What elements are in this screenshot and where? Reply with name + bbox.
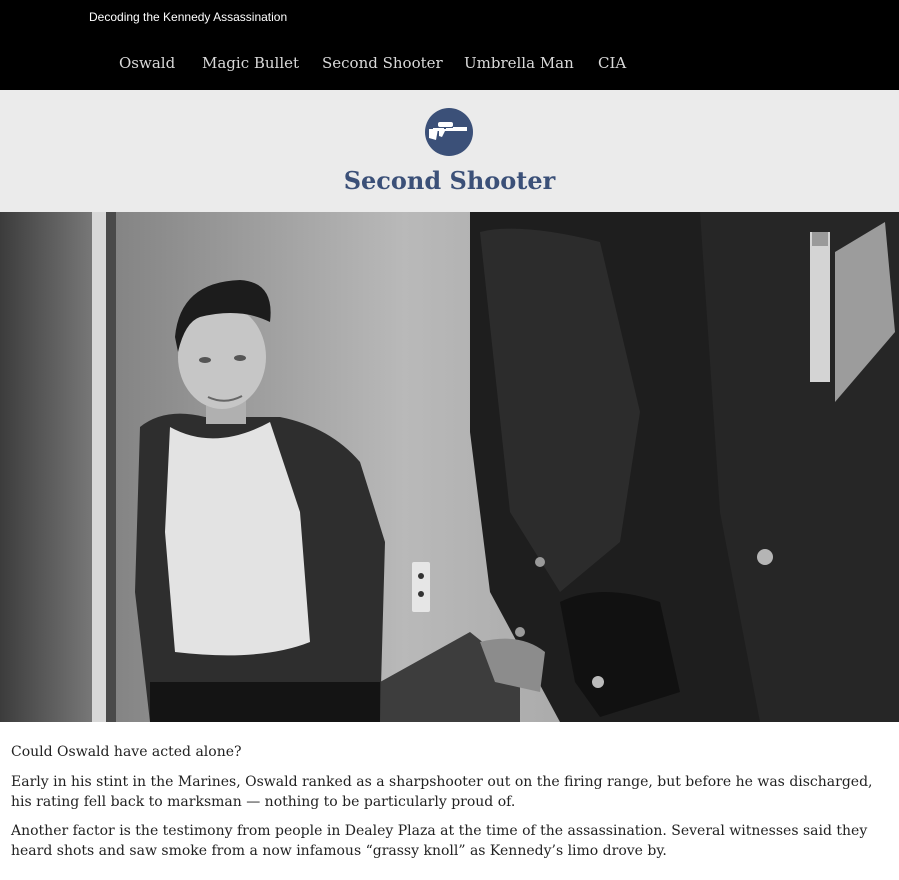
nav-item-cia[interactable]: CIA (598, 54, 626, 72)
article-lead: Could Oswald have acted alone? (11, 744, 242, 760)
hero-photo (0, 212, 899, 722)
main-nav: Oswald Magic Bullet Second Shooter Umbre… (0, 54, 899, 74)
site-title[interactable]: Decoding the Kennedy Assassination (89, 10, 287, 24)
section-header: Second Shooter (0, 90, 899, 212)
nav-item-oswald[interactable]: Oswald (119, 54, 175, 72)
article-body: Could Oswald have acted alone? Early in … (11, 742, 891, 870)
rifle-icon (425, 108, 473, 156)
article-paragraph: Another factor is the testimony from peo… (11, 823, 868, 859)
article-paragraph: Early in his stint in the Marines, Oswal… (11, 774, 873, 810)
nav-item-second-shooter[interactable]: Second Shooter (322, 54, 443, 72)
page-title: Second Shooter (343, 166, 556, 195)
top-bar: Decoding the Kennedy Assassination Oswal… (0, 0, 899, 90)
nav-item-magic-bullet[interactable]: Magic Bullet (202, 54, 299, 72)
nav-item-umbrella-man[interactable]: Umbrella Man (464, 54, 574, 72)
